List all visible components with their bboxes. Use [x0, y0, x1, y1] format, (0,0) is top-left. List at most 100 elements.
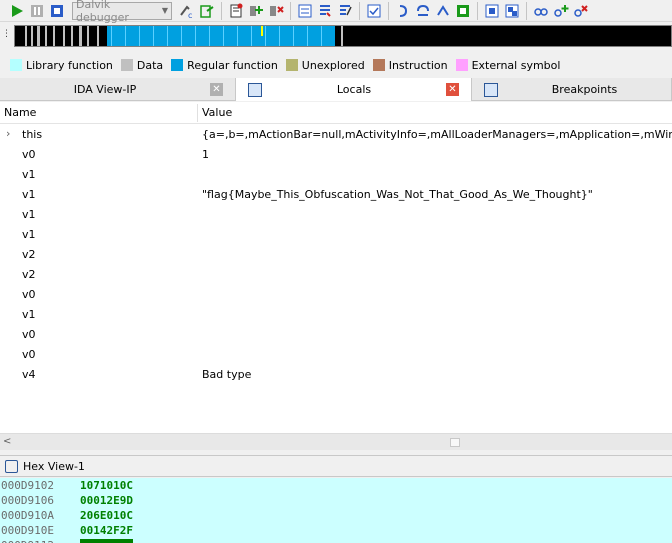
hex-address: 000D9102	[1, 479, 54, 492]
hex-value: 206E010C	[80, 509, 133, 522]
hex-row[interactable]: 000D9112 00000000	[0, 538, 672, 543]
navband-stripe	[251, 26, 252, 46]
hex-value: 00000000	[80, 539, 133, 543]
navigation-band[interactable]	[14, 25, 672, 47]
locals-row[interactable]: v1	[0, 204, 672, 224]
legend-item: Unexplored	[285, 59, 365, 72]
navband-stripe	[237, 26, 238, 46]
tab-locals[interactable]: Locals ✕	[236, 78, 472, 101]
locals-horizontal-scrollbar[interactable]: <	[0, 433, 672, 450]
local-name: v2	[22, 247, 36, 261]
navband-segment	[97, 26, 99, 46]
hex-row[interactable]: 000D910A 206E010C	[0, 508, 672, 523]
hex-row[interactable]: 000D910E 00142F2F	[0, 523, 672, 538]
navband-segment	[79, 26, 82, 46]
hex-row[interactable]: 000D9106 00012E9D	[0, 493, 672, 508]
legend-swatch	[285, 59, 298, 71]
run-to-cursor-icon[interactable]	[434, 2, 452, 20]
column-separator[interactable]	[197, 104, 198, 122]
locals-row[interactable]: v1	[0, 224, 672, 244]
navband-scroll-icon[interactable]: ⋮	[2, 29, 11, 39]
legend-item: Data	[120, 59, 163, 72]
legend-swatch	[171, 59, 184, 71]
pause-icon[interactable]	[28, 2, 46, 20]
column-header-value[interactable]: Value	[202, 106, 232, 119]
locals-row[interactable]: v1	[0, 164, 672, 184]
navband-stripe	[111, 26, 112, 46]
add-watch-icon[interactable]	[552, 2, 570, 20]
locals-row[interactable]: v1	[0, 304, 672, 324]
locals-row[interactable]: v0	[0, 284, 672, 304]
breakpoint-list-icon[interactable]	[227, 2, 245, 20]
navband-segment	[25, 26, 27, 46]
legend-item: Instruction	[372, 59, 448, 72]
locals-row[interactable]: v2	[0, 244, 672, 264]
hex-view-title[interactable]: Hex View-1	[23, 460, 85, 473]
debugger-select[interactable]: Dalvik debugger ▼	[72, 0, 172, 24]
legend-item: External symbol	[455, 58, 561, 72]
watch-icon[interactable]	[532, 2, 550, 20]
trace-icon[interactable]	[365, 2, 383, 20]
locals-header: Name Value	[0, 102, 672, 124]
tab-bar: IDA View-IP ✕ Locals ✕ Breakpoints	[0, 78, 672, 101]
step-out-icon[interactable]	[454, 2, 472, 20]
threads-icon[interactable]	[296, 2, 314, 20]
navband-stripe	[195, 26, 196, 46]
column-header-name[interactable]: Name	[4, 106, 36, 119]
close-icon[interactable]: ✕	[446, 83, 459, 96]
expand-chevron-icon[interactable]: ›	[6, 127, 10, 140]
local-name: v0	[22, 147, 36, 161]
tab-ida-view-ip[interactable]: IDA View-IP ✕	[0, 78, 236, 101]
hex-view-title-bar: Hex View-1	[0, 455, 672, 477]
step-over-icon[interactable]	[414, 2, 432, 20]
navband-stripe	[307, 26, 308, 46]
locals-row[interactable]: v1 "flag{Maybe_This_Obfuscation_Was_Not_T…	[0, 184, 672, 204]
close-icon[interactable]: ✕	[210, 83, 223, 96]
local-name: v2	[22, 267, 36, 281]
locals-icon[interactable]	[336, 2, 354, 20]
window-icon[interactable]	[483, 2, 501, 20]
scroll-left-icon[interactable]: <	[3, 436, 11, 447]
local-value: "flag{Maybe_This_Obfuscation_Was_Not_Tha…	[202, 187, 593, 201]
legend-label: External symbol	[471, 58, 561, 72]
locals-row[interactable]: v0 1	[0, 144, 672, 164]
navband-segment	[31, 26, 33, 46]
navband-segment	[53, 26, 55, 46]
locals-row[interactable]: › this {a=,b=,mActionBar=null,mActivityInf…	[0, 124, 672, 144]
hex-view-content[interactable]: 000D9102 1071010C 000D9106 00012E9D 000D910A…	[0, 478, 672, 543]
local-value: Bad type	[202, 367, 252, 381]
legend-swatch	[372, 59, 385, 71]
locals-row[interactable]: v0	[0, 344, 672, 364]
hex-address: 000D910A	[1, 509, 54, 522]
navband-stripe	[181, 26, 182, 46]
window-alt-icon[interactable]	[503, 2, 521, 20]
play-icon[interactable]	[8, 2, 26, 20]
locals-row[interactable]: v4 Bad type	[0, 364, 672, 384]
modules-icon[interactable]	[316, 2, 334, 20]
toolbar-separator	[477, 1, 478, 20]
scrollbar-thumb[interactable]	[450, 438, 460, 447]
stop-icon[interactable]	[48, 2, 66, 20]
locals-tab-icon	[248, 82, 262, 97]
navband-segment	[107, 26, 335, 46]
delete-watch-icon[interactable]	[572, 2, 590, 20]
locals-row[interactable]: v0	[0, 324, 672, 344]
hex-row[interactable]: 000D9102 1071010C	[0, 478, 672, 493]
attach-icon[interactable]: c	[178, 2, 196, 20]
locals-row[interactable]: v2	[0, 264, 672, 284]
breakpoint-add-icon[interactable]	[247, 2, 265, 20]
step-into-icon[interactable]	[394, 2, 412, 20]
tab-breakpoints[interactable]: Breakpoints	[472, 78, 672, 101]
locals-rows: › this {a=,b=,mActionBar=null,mActivityInf…	[0, 124, 672, 384]
hex-value: 00012E9D	[80, 494, 133, 507]
debugger-toolbar: Dalvik debugger ▼ c	[0, 0, 672, 24]
navband-segment	[71, 26, 73, 46]
breakpoints-tab-icon	[484, 82, 498, 97]
breakpoint-delete-icon[interactable]	[267, 2, 285, 20]
detach-icon[interactable]	[198, 2, 216, 20]
legend-label: Library function	[26, 58, 113, 72]
toolbar-separator	[388, 1, 389, 20]
navband-stripe	[279, 26, 280, 46]
legend-item: Library function	[10, 59, 113, 72]
navband-segment	[87, 26, 89, 46]
